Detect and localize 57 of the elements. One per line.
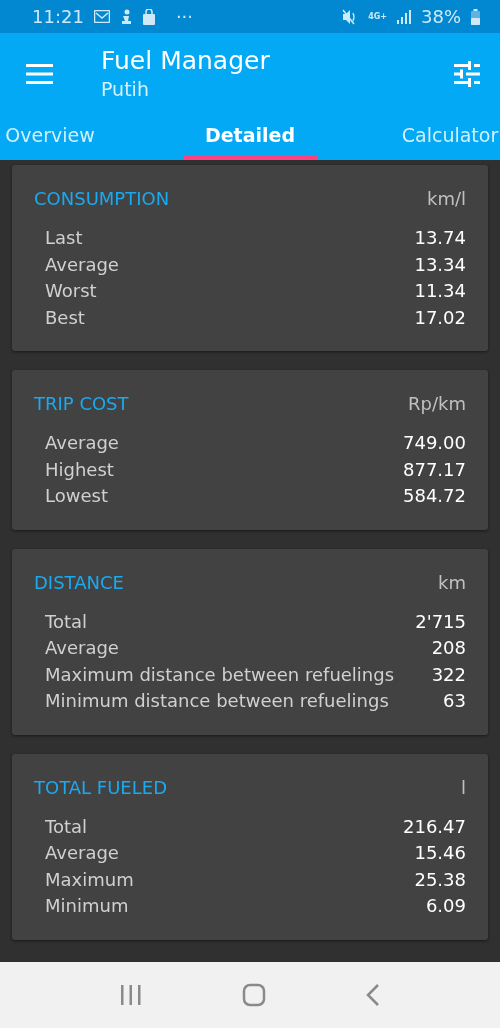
tab[interactable]: Calculator bbox=[350, 115, 500, 160]
mail-icon bbox=[93, 10, 110, 23]
stat-label: Total bbox=[45, 814, 88, 839]
unit-label: km/l bbox=[426, 187, 466, 211]
stat-label: Worst bbox=[45, 279, 97, 303]
clock-time: 11:21 bbox=[32, 6, 84, 27]
stat-value: 584.72 bbox=[403, 484, 466, 508]
stat-label: Last bbox=[45, 226, 83, 250]
stat-label: Best bbox=[45, 305, 85, 330]
sliders-icon[interactable] bbox=[454, 61, 480, 87]
battery-icon bbox=[471, 8, 480, 25]
stat-label: Maximum distance between refuelings bbox=[45, 662, 395, 687]
figure-icon bbox=[119, 8, 132, 25]
stat-value: 749.00 bbox=[403, 431, 466, 455]
shopping-bag-icon bbox=[141, 8, 156, 25]
stat-value: 17.02 bbox=[414, 305, 466, 330]
card-title: TOTAL FUELED bbox=[34, 775, 167, 800]
stat-value: 11.34 bbox=[414, 279, 466, 303]
home-icon[interactable] bbox=[242, 983, 266, 1007]
network-type: 4G+ bbox=[368, 12, 387, 21]
stat-label: Average bbox=[45, 252, 119, 277]
battery-percent: 38% bbox=[421, 6, 461, 27]
unit-label: l bbox=[461, 775, 466, 800]
stat-label: Minimum bbox=[45, 894, 129, 918]
app-title: Fuel Manager bbox=[101, 46, 271, 76]
stat-value: 216.47 bbox=[403, 814, 466, 839]
unit-label: km bbox=[438, 570, 466, 595]
stat-value: 322 bbox=[431, 662, 466, 687]
recent-apps-icon[interactable] bbox=[120, 984, 142, 1006]
tab[interactable]: Overview bbox=[0, 115, 150, 160]
menu-icon[interactable] bbox=[26, 64, 53, 84]
stat-value: 6.09 bbox=[425, 894, 466, 918]
stat-label: Maximum bbox=[45, 867, 134, 892]
stat-value: 25.38 bbox=[414, 867, 466, 892]
stat-label: Average bbox=[45, 431, 119, 455]
vehicle-name: Putih bbox=[101, 77, 150, 102]
stat-label: Highest bbox=[45, 457, 114, 482]
more-notifications: ··· bbox=[175, 6, 194, 27]
back-icon[interactable] bbox=[366, 984, 380, 1006]
stat-label: Minimum distance between refuelings bbox=[45, 689, 389, 713]
stat-value: 13.34 bbox=[414, 252, 466, 277]
stat-label: Average bbox=[45, 636, 119, 660]
stat-value: 877.17 bbox=[403, 457, 466, 482]
card-title: DISTANCE bbox=[34, 570, 124, 595]
card-title: CONSUMPTION bbox=[34, 187, 170, 211]
stat-value: 15.46 bbox=[414, 841, 466, 865]
stat-value: 208 bbox=[431, 636, 466, 660]
unit-label: Rp/km bbox=[408, 392, 466, 416]
stat-label: Lowest bbox=[45, 484, 108, 508]
stat-label: Average bbox=[45, 841, 119, 865]
stat-value: 63 bbox=[443, 689, 466, 713]
signal-icon bbox=[397, 9, 411, 24]
stat-value: 2'715 bbox=[415, 609, 466, 634]
stat-value: 13.74 bbox=[414, 226, 466, 250]
stat-label: Total bbox=[45, 609, 88, 634]
card-title: TRIP COST bbox=[34, 392, 129, 416]
tab[interactable]: Detailed bbox=[150, 115, 350, 160]
